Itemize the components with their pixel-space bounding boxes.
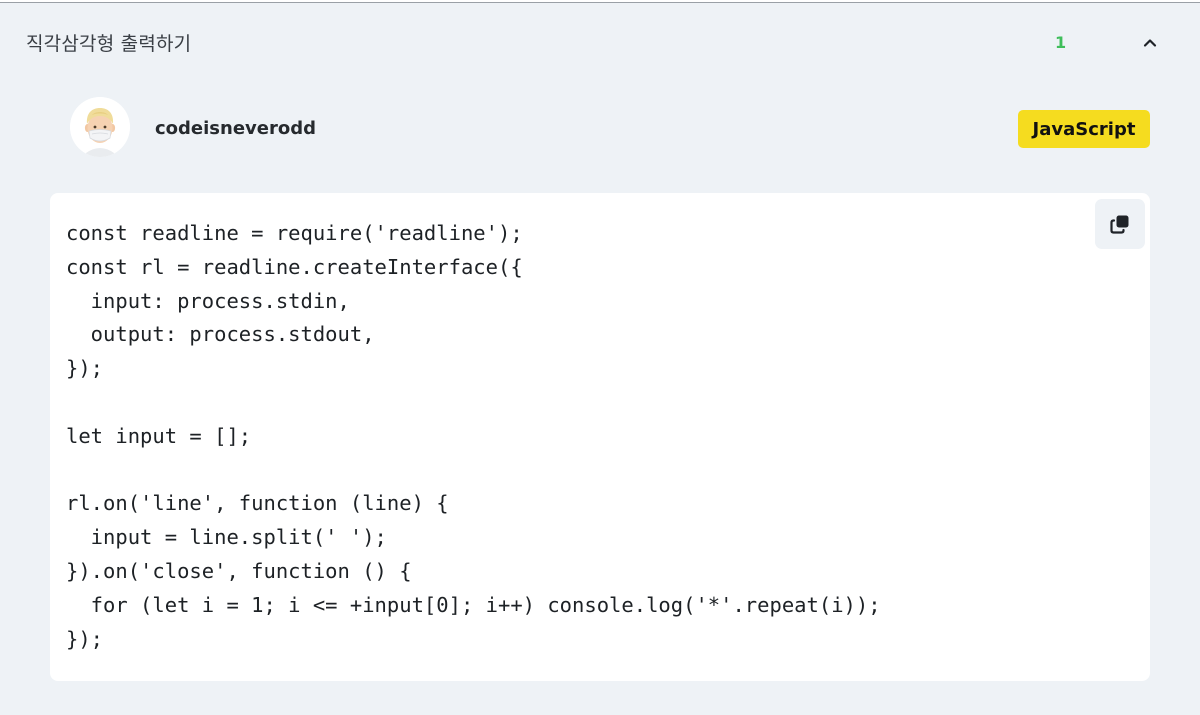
code-line: for (let i = 1; i <= +input[0]; i++) con… bbox=[66, 592, 881, 617]
code-line: }); bbox=[66, 626, 104, 651]
author-username[interactable]: codeisneverodd bbox=[155, 118, 316, 139]
collapse-toggle-button[interactable] bbox=[1136, 29, 1164, 57]
author-row: codeisneverodd JavaScript bbox=[0, 97, 1200, 161]
code-line: output: process.stdout, bbox=[66, 322, 375, 347]
problem-title: 직각삼각형 출력하기 bbox=[26, 33, 192, 55]
solution-header[interactable]: 직각삼각형 출력하기 1 bbox=[0, 3, 1200, 81]
code-line: input: process.stdin, bbox=[66, 288, 350, 313]
code-line: let input = []; bbox=[66, 423, 252, 448]
code-line: }).on('close', function () { bbox=[66, 558, 412, 583]
chevron-up-icon bbox=[1143, 39, 1157, 47]
code-card: const readline = require('readline'); con… bbox=[50, 193, 1150, 681]
language-badge: JavaScript bbox=[1018, 110, 1150, 148]
avatar bbox=[70, 97, 130, 157]
memoji-avatar-icon bbox=[70, 97, 130, 157]
copy-icon bbox=[1110, 215, 1129, 234]
solution-panel: 직각삼각형 출력하기 1 codeisneverodd JavaScript c… bbox=[0, 2, 1200, 715]
copy-code-button[interactable] bbox=[1095, 199, 1145, 249]
code-line: }); bbox=[66, 356, 104, 381]
code-block: const readline = require('readline'); con… bbox=[66, 217, 881, 656]
code-line: rl.on('line', function (line) { bbox=[66, 491, 449, 516]
code-line: const rl = readline.createInterface({ bbox=[66, 254, 523, 279]
code-line: input = line.split(' '); bbox=[66, 525, 387, 550]
code-line: const readline = require('readline'); bbox=[66, 221, 523, 245]
solution-count: 1 bbox=[1055, 33, 1067, 52]
